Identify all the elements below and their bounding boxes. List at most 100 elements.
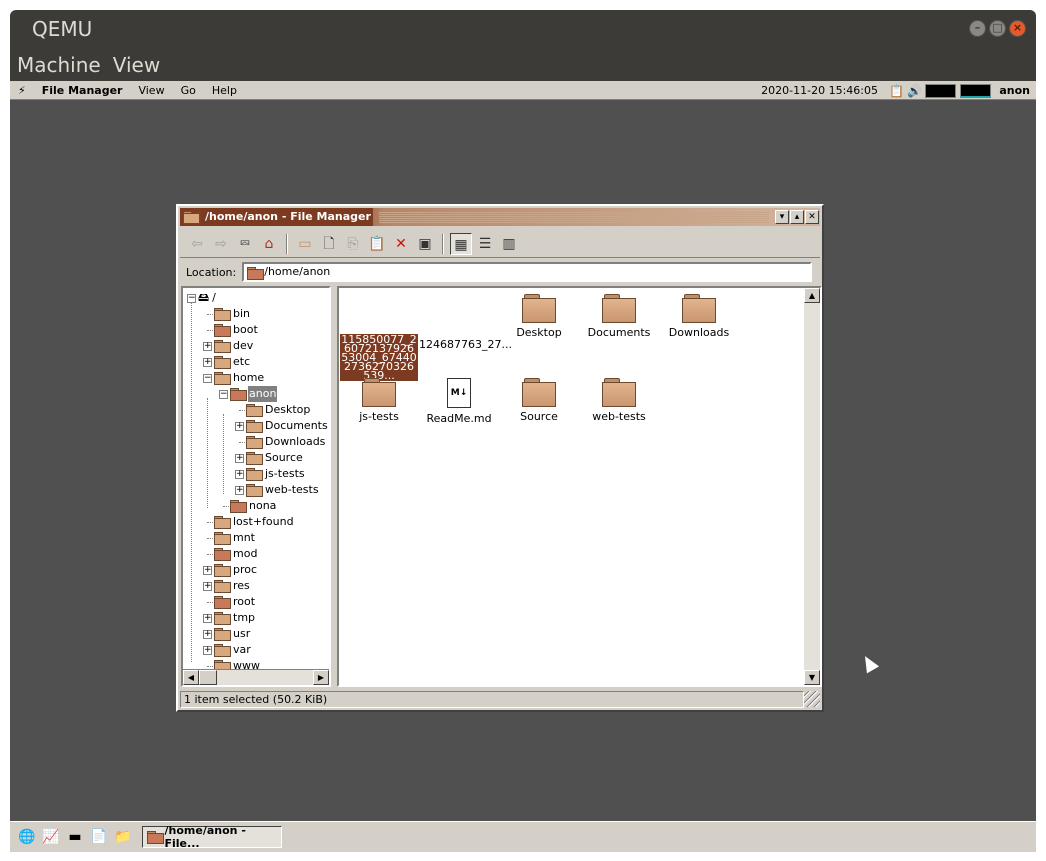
expand-icon[interactable]: + (203, 646, 212, 655)
file-item[interactable]: M↓ ReadMe.md (419, 378, 499, 425)
tree-item[interactable]: proc (214, 562, 258, 578)
tree-item[interactable]: bin (214, 306, 251, 322)
home-icon[interactable]: ⌂ (258, 233, 280, 255)
tree-item[interactable]: tmp (214, 610, 256, 626)
terminal-launcher-icon[interactable]: ▬ (66, 828, 84, 846)
columns-view-icon[interactable]: ▥ (498, 233, 520, 255)
icon-view-icon[interactable]: ▦ (450, 232, 472, 255)
new-file-icon[interactable]: 🗋 (318, 233, 340, 255)
tree-item[interactable]: boot (214, 322, 259, 338)
tree-item[interactable]: dev (214, 338, 254, 354)
collapse-icon[interactable]: − (219, 390, 228, 399)
window-minimize-button[interactable]: ▾ (775, 210, 789, 224)
text-editor-icon[interactable]: 📄 (90, 828, 108, 846)
expand-icon[interactable]: + (235, 422, 244, 431)
file-item[interactable]: Downloads (659, 294, 739, 339)
network-graph[interactable] (960, 83, 992, 98)
expand-icon[interactable]: + (203, 630, 212, 639)
file-item[interactable]: Source (499, 378, 579, 423)
tree-horizontal-scrollbar[interactable]: ◀ ▶ (183, 669, 329, 685)
browser-icon[interactable]: 🌐 (18, 828, 36, 846)
terminal-icon[interactable]: ▣ (414, 233, 436, 255)
copy-icon[interactable]: ⎘ (342, 233, 364, 255)
menu-view[interactable]: View (130, 81, 172, 100)
scroll-right-button[interactable]: ▶ (313, 670, 329, 685)
file-item[interactable]: 115850077_2607213792653004_6744027362703… (339, 334, 419, 381)
tree-item[interactable]: root (214, 594, 256, 610)
tree-item-label: js-tests (265, 467, 305, 480)
file-manager-launcher-icon[interactable]: 📁 (114, 828, 132, 846)
file-item[interactable]: Desktop (499, 294, 579, 339)
tree-item[interactable]: anon (230, 386, 278, 402)
expand-icon[interactable]: + (235, 486, 244, 495)
menu-go[interactable]: Go (173, 81, 204, 100)
file-item[interactable]: Documents (579, 294, 659, 339)
scroll-thumb[interactable] (199, 670, 217, 685)
forward-arrow-icon[interactable]: ⇨ (210, 233, 232, 255)
tree-item[interactable]: res (214, 578, 251, 594)
parent-folder-icon[interactable]: ⮹ (234, 233, 256, 255)
tree-item[interactable]: usr (214, 626, 251, 642)
qemu-minimize-button[interactable]: – (969, 20, 986, 37)
tree-item[interactable]: Documents (246, 418, 329, 434)
back-arrow-icon[interactable]: ⇦ (186, 233, 208, 255)
expand-icon[interactable]: + (203, 342, 212, 351)
app-name-menu[interactable]: File Manager (34, 81, 131, 100)
tree-item[interactable]: Desktop (246, 402, 311, 418)
window-close-button[interactable]: ✕ (805, 210, 819, 224)
list-view-icon[interactable]: ☰ (474, 233, 496, 255)
qemu-menu-view[interactable]: View (113, 50, 160, 80)
scroll-left-button[interactable]: ◀ (183, 670, 199, 685)
qemu-window: QEMU – □ × Machine View ⚡ File Manager V… (10, 10, 1036, 852)
guest-menubar: ⚡ File Manager View Go Help (10, 81, 1036, 100)
system-monitor-icon[interactable]: 📈 (42, 828, 60, 846)
launcher-icon[interactable]: ⚡ (10, 81, 34, 100)
tree-item[interactable]: home (214, 370, 265, 386)
tree-item[interactable]: Downloads (246, 434, 326, 450)
resize-grip[interactable] (804, 691, 820, 707)
window-maximize-button[interactable]: ▴ (790, 210, 804, 224)
file-item[interactable]: 124687763_27... (419, 334, 512, 351)
scroll-down-button[interactable]: ▼ (804, 670, 820, 685)
expand-icon[interactable]: + (203, 566, 212, 575)
new-folder-icon[interactable]: ▭ (294, 233, 316, 255)
location-input[interactable]: /home/anon (242, 262, 813, 282)
clipboard-icon[interactable]: 📋 (889, 84, 904, 98)
delete-icon[interactable]: ✕ (390, 233, 412, 255)
tree-item[interactable]: Source (246, 450, 304, 466)
expand-icon[interactable]: + (235, 454, 244, 463)
file-item[interactable]: js-tests (339, 378, 419, 423)
menu-help[interactable]: Help (204, 81, 245, 100)
volume-icon[interactable]: 🔊 (907, 84, 922, 98)
system-clock[interactable]: 2020-11-20 15:46:05 (761, 81, 878, 100)
file-item[interactable]: web-tests (579, 378, 659, 423)
scroll-up-button[interactable]: ▲ (804, 288, 820, 303)
vertical-scrollbar[interactable]: ▲ ▼ (804, 288, 820, 685)
folder-icon (246, 468, 263, 481)
tree-item[interactable]: var (214, 642, 252, 658)
expand-icon[interactable]: + (235, 470, 244, 479)
tree-item[interactable]: mod (214, 546, 258, 562)
qemu-menu-machine[interactable]: Machine (17, 50, 101, 80)
expand-icon[interactable]: + (203, 358, 212, 367)
tree-item[interactable]: nona (230, 498, 277, 514)
expand-icon[interactable]: + (203, 614, 212, 623)
tree-item[interactable]: web-tests (246, 482, 320, 498)
expand-icon[interactable]: + (203, 582, 212, 591)
tree-item[interactable]: mnt (214, 530, 256, 546)
qemu-close-button[interactable]: × (1009, 20, 1026, 37)
tree-item[interactable]: lost+found (214, 514, 295, 530)
tree-item[interactable]: etc (214, 354, 251, 370)
tree-item-label: etc (233, 355, 251, 368)
file-icon-view: ▲ ▼ 115850077_2607213792653004_674402736… (337, 286, 822, 687)
cpu-graph[interactable] (925, 83, 957, 98)
paste-icon[interactable]: 📋 (366, 233, 388, 255)
markdown-file-icon: M↓ (447, 378, 471, 408)
tree-item[interactable]: 🖴 / (198, 290, 217, 306)
taskbar-window-button[interactable]: /home/anon - File... (142, 824, 282, 850)
tree-item[interactable]: js-tests (246, 466, 306, 482)
user-name[interactable]: anon (999, 84, 1030, 97)
collapse-icon[interactable]: − (203, 374, 212, 383)
window-titlebar[interactable]: /home/anon - File Manager ▾ ▴ ✕ (180, 208, 820, 226)
qemu-maximize-button[interactable]: □ (989, 20, 1006, 37)
